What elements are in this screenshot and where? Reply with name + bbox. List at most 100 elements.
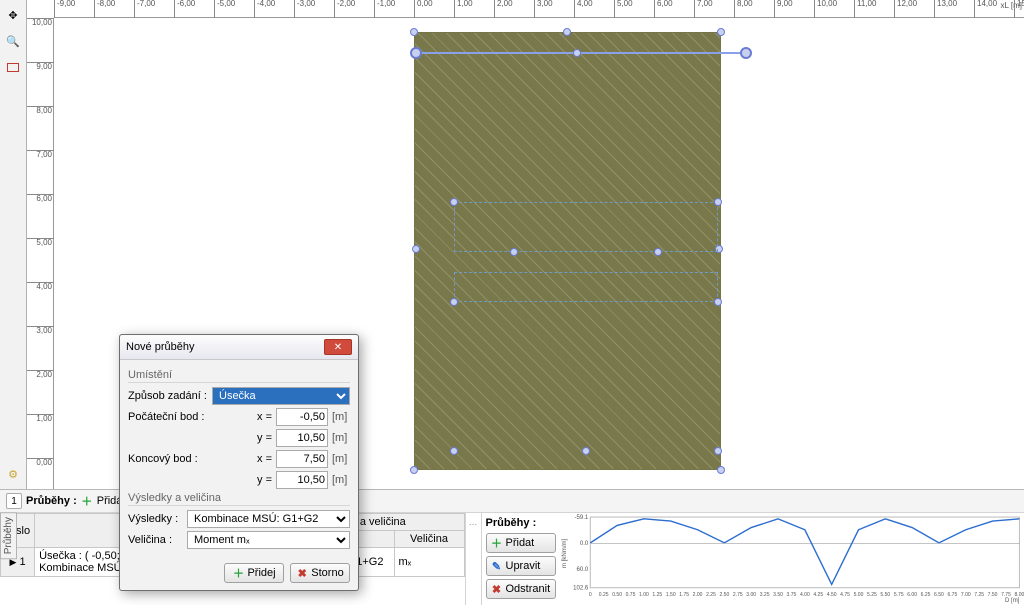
zoom-tool[interactable]: 🔍 — [2, 30, 24, 52]
svg-text:m [kNm/m]: m [kNm/m] — [562, 538, 568, 568]
section-mid-node[interactable] — [573, 49, 581, 57]
side-tab-prubehy[interactable]: Průběhy — [0, 512, 17, 559]
action-buttons: Průběhy : ＋Přidat ✎Upravit ✖Odstranit — [482, 513, 560, 605]
ruler-horizontal: xL [m] -9,00-8,00-7,00-6,00-5,00-4,00-3,… — [54, 0, 1024, 18]
dialog-titlebar[interactable]: Nové průběhy ✕ — [120, 335, 358, 360]
section-end-node[interactable] — [740, 47, 752, 59]
gear-icon: ⚙ — [7, 468, 19, 480]
svg-text:1.00: 1.00 — [639, 592, 649, 598]
edge-node[interactable] — [714, 447, 722, 455]
edit-button[interactable]: ✎Upravit — [486, 556, 556, 576]
slab-node[interactable] — [563, 28, 571, 36]
slab-node[interactable] — [412, 245, 420, 253]
remove-icon: ✖ — [491, 583, 503, 595]
add-button[interactable]: ＋Přidat — [486, 533, 556, 553]
svg-text:5.25: 5.25 — [867, 592, 877, 598]
group-results: Výsledky a veličina — [128, 492, 350, 506]
plot-x-label: D [m] — [1004, 598, 1019, 604]
group-location: Umístění — [128, 369, 350, 383]
svg-text:4.75: 4.75 — [840, 592, 850, 598]
svg-text:7.00: 7.00 — [960, 592, 970, 598]
quantity-label: Veličina : — [128, 534, 183, 546]
dialog-cancel-button[interactable]: ✖Storno — [290, 563, 350, 583]
row-num: 1 — [19, 556, 25, 568]
row-quantity: mₓ — [394, 548, 464, 577]
end-label: Koncový bod : — [128, 453, 208, 465]
quantity-select[interactable]: Moment mₓ — [187, 531, 350, 549]
svg-text:3.00: 3.00 — [746, 592, 756, 598]
svg-text:5.75: 5.75 — [893, 592, 903, 598]
ruler-vertical: 10,009,008,007,006,005,004,003,002,001,0… — [27, 18, 54, 489]
plus-icon: ＋ — [232, 567, 244, 579]
y-label: y = — [257, 432, 272, 444]
dashed-node[interactable] — [510, 248, 518, 256]
dashed-node[interactable] — [450, 198, 458, 206]
left-toolbar: ✥ 🔍 ⚙ — [0, 0, 27, 489]
svg-text:6.00: 6.00 — [907, 592, 917, 598]
magnifier-icon: 🔍 — [7, 35, 19, 47]
svg-text:1.50: 1.50 — [665, 592, 675, 598]
results-select[interactable]: Kombinace MSÚ: G1+G2 — [187, 510, 350, 528]
moment-plot: -59.10.060.0102.6 00.250.500.751.001.251… — [560, 513, 1024, 605]
settings-button[interactable]: ⚙ — [2, 463, 24, 485]
unit: [m] — [332, 411, 350, 423]
svg-text:6.50: 6.50 — [934, 592, 944, 598]
svg-text:102.6: 102.6 — [573, 586, 589, 592]
svg-text:4.50: 4.50 — [826, 592, 836, 598]
slab-node[interactable] — [717, 28, 725, 36]
dialog-title: Nové průběhy — [126, 341, 195, 353]
svg-text:6.75: 6.75 — [947, 592, 957, 598]
tab-index[interactable]: 1 — [6, 493, 22, 509]
edge-node[interactable] — [582, 447, 590, 455]
dashed-node[interactable] — [714, 198, 722, 206]
slab-node[interactable] — [410, 466, 418, 474]
svg-text:4.00: 4.00 — [799, 592, 809, 598]
start-label: Počáteční bod : — [128, 411, 208, 423]
end-x-input[interactable] — [276, 450, 328, 468]
dashed-node[interactable] — [450, 298, 458, 306]
svg-text:3.50: 3.50 — [773, 592, 783, 598]
svg-text:2.00: 2.00 — [692, 592, 702, 598]
close-button[interactable]: ✕ — [324, 339, 352, 355]
panel-btn-label: Průběhy : — [486, 517, 556, 529]
svg-text:5.00: 5.00 — [853, 592, 863, 598]
end-y-input[interactable] — [276, 471, 328, 489]
extents-tool[interactable] — [2, 56, 24, 78]
svg-text:2.75: 2.75 — [732, 592, 742, 598]
svg-text:2.50: 2.50 — [719, 592, 729, 598]
x-label: x = — [257, 411, 272, 423]
dashed-region — [454, 202, 718, 252]
new-profile-dialog: Nové průběhy ✕ Umístění Způsob zadání : … — [119, 334, 359, 591]
svg-text:3.25: 3.25 — [759, 592, 769, 598]
results-label: Výsledky : — [128, 513, 183, 525]
col-quantity: Veličina — [394, 531, 464, 548]
svg-text:0.25: 0.25 — [598, 592, 608, 598]
dashed-node[interactable] — [714, 298, 722, 306]
svg-text:4.25: 4.25 — [813, 592, 823, 598]
svg-text:7.25: 7.25 — [974, 592, 984, 598]
svg-text:2.25: 2.25 — [706, 592, 716, 598]
svg-text:5.50: 5.50 — [880, 592, 890, 598]
move-tool[interactable]: ✥ — [2, 4, 24, 26]
svg-text:-59.1: -59.1 — [574, 515, 588, 521]
svg-text:0.75: 0.75 — [625, 592, 635, 598]
svg-text:1.75: 1.75 — [679, 592, 689, 598]
start-x-input[interactable] — [276, 408, 328, 426]
cancel-icon: ✖ — [296, 567, 308, 579]
remove-button[interactable]: ✖Odstranit — [486, 579, 556, 599]
slab-node[interactable] — [717, 466, 725, 474]
method-select[interactable]: Úsečka — [212, 387, 350, 405]
edge-node[interactable] — [450, 447, 458, 455]
svg-text:0: 0 — [588, 592, 591, 598]
start-y-input[interactable] — [276, 429, 328, 447]
svg-text:0.0: 0.0 — [579, 541, 588, 547]
dialog-add-button[interactable]: ＋Přidej — [224, 563, 284, 583]
slab-node[interactable] — [410, 28, 418, 36]
svg-text:7.50: 7.50 — [987, 592, 997, 598]
dashed-node[interactable] — [654, 248, 662, 256]
results-title: Průběhy : — [26, 495, 77, 507]
dashed-region — [454, 272, 718, 302]
svg-text:60.0: 60.0 — [576, 567, 588, 573]
section-start-node[interactable] — [410, 47, 422, 59]
extents-icon — [7, 63, 19, 72]
